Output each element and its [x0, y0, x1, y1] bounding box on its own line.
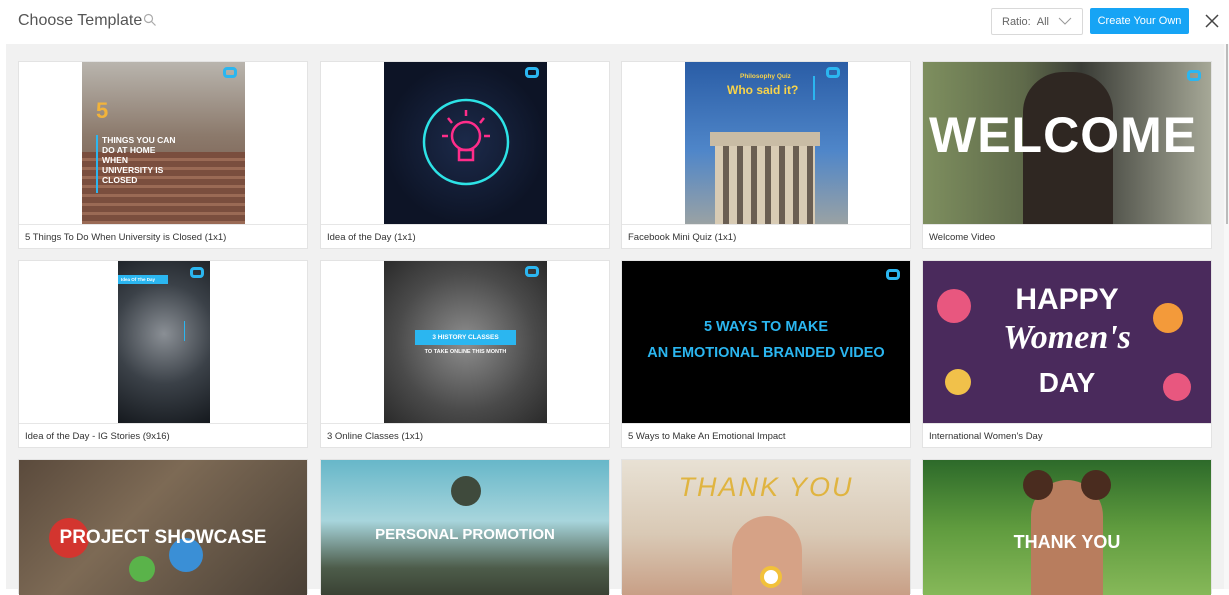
- close-icon[interactable]: [1204, 13, 1220, 29]
- template-card[interactable]: Idea of the Day (1x1): [320, 61, 610, 249]
- ratio-value: All: [1036, 15, 1049, 28]
- template-card[interactable]: Philosophy Quiz Who said it? Facebook Mi…: [621, 61, 911, 249]
- template-thumbnail: HAPPY Women's DAY: [923, 261, 1211, 423]
- template-card[interactable]: 5 THINGS YOU CAN DO AT HOME WHEN UNIVERS…: [18, 61, 308, 249]
- template-caption: International Women's Day: [923, 423, 1211, 447]
- thumb-small-text: Philosophy Quiz: [740, 73, 791, 80]
- template-caption: 5 Things To Do When University is Closed…: [19, 224, 307, 248]
- template-thumbnail: [321, 62, 609, 224]
- template-caption: Idea of the Day (1x1): [321, 224, 609, 248]
- thumb-big-text: WELCOME: [929, 107, 1198, 163]
- template-thumbnail: THANK YOU: [622, 460, 910, 595]
- template-card[interactable]: 3 HISTORY CLASSES TO TAKE ONLINE THIS MO…: [320, 260, 610, 448]
- scrollbar-thumb[interactable]: [1226, 44, 1228, 224]
- thumb-number: 5: [96, 98, 109, 123]
- thumb-big-text: THANK YOU: [678, 472, 854, 502]
- thumb-line-1: HAPPY: [1015, 283, 1119, 316]
- template-card[interactable]: THANK YOU: [922, 459, 1212, 595]
- template-caption: Facebook Mini Quiz (1x1): [622, 224, 910, 248]
- search-icon[interactable]: [143, 13, 157, 27]
- ratio-select[interactable]: Ratio: All: [991, 8, 1083, 35]
- thumb-text: THINGS YOU CAN DO AT HOME WHEN UNIVERSIT…: [102, 135, 176, 185]
- template-thumbnail: 3 HISTORY CLASSES TO TAKE ONLINE THIS MO…: [321, 261, 609, 423]
- template-card[interactable]: WELCOME Welcome Video: [922, 61, 1212, 249]
- create-your-own-button[interactable]: Create Your Own: [1090, 8, 1189, 34]
- template-caption: Idea of the Day - IG Stories (9x16): [19, 423, 307, 447]
- template-card[interactable]: PERSONAL PROMOTION: [320, 459, 610, 595]
- thumb-big-text: PERSONAL PROMOTION: [375, 526, 555, 543]
- thumb-sub-text: TO TAKE ONLINE THIS MONTH: [424, 349, 507, 355]
- template-caption: Welcome Video: [923, 224, 1211, 248]
- template-thumbnail: THANK YOU: [923, 460, 1211, 595]
- template-thumbnail: 5 THINGS YOU CAN DO AT HOME WHEN UNIVERS…: [19, 62, 307, 224]
- ratio-label: Ratio:: [1002, 15, 1031, 28]
- thumb-line-3: DAY: [1038, 367, 1096, 398]
- header-bar: Choose Template Ratio: All Create Your O…: [0, 0, 1229, 44]
- thumb-line-1: 5 WAYS TO MAKE: [703, 319, 829, 335]
- chevron-down-icon: [1058, 17, 1072, 25]
- template-caption: 5 Ways to Make An Emotional Impact: [622, 423, 910, 447]
- thumb-big-text: THANK YOU: [1013, 532, 1121, 552]
- template-card[interactable]: HAPPY Women's DAY International Women's …: [922, 260, 1212, 448]
- lightbulb-icon: [422, 98, 510, 186]
- thumb-big-text: Who said it?: [727, 83, 799, 97]
- thumb-line-2: Women's: [1003, 319, 1131, 356]
- template-thumbnail: WELCOME: [923, 62, 1211, 224]
- template-caption: 3 Online Classes (1x1): [321, 423, 609, 447]
- template-thumbnail: Philosophy Quiz Who said it?: [622, 62, 910, 224]
- thumb-line-2: AN EMOTIONAL BRANDED VIDEO: [647, 345, 885, 361]
- thumb-tag: Idea Of The Day: [118, 275, 168, 284]
- template-card[interactable]: THANK YOU: [621, 459, 911, 595]
- template-card[interactable]: PROJECT SHOWCASE: [18, 459, 308, 595]
- template-card[interactable]: Idea Of The Day Idea of the Day - IG Sto…: [18, 260, 308, 448]
- thumb-tag: 3 HISTORY CLASSES: [415, 330, 516, 345]
- thumb-big-text: PROJECT SHOWCASE: [59, 527, 267, 548]
- template-thumbnail: PERSONAL PROMOTION: [321, 460, 609, 595]
- template-thumbnail: PROJECT SHOWCASE: [19, 460, 307, 595]
- template-thumbnail: 5 WAYS TO MAKE AN EMOTIONAL BRANDED VIDE…: [622, 261, 910, 423]
- template-thumbnail: Idea Of The Day: [19, 261, 307, 423]
- page-title: Choose Template: [18, 12, 143, 29]
- template-card[interactable]: 5 WAYS TO MAKE AN EMOTIONAL BRANDED VIDE…: [621, 260, 911, 448]
